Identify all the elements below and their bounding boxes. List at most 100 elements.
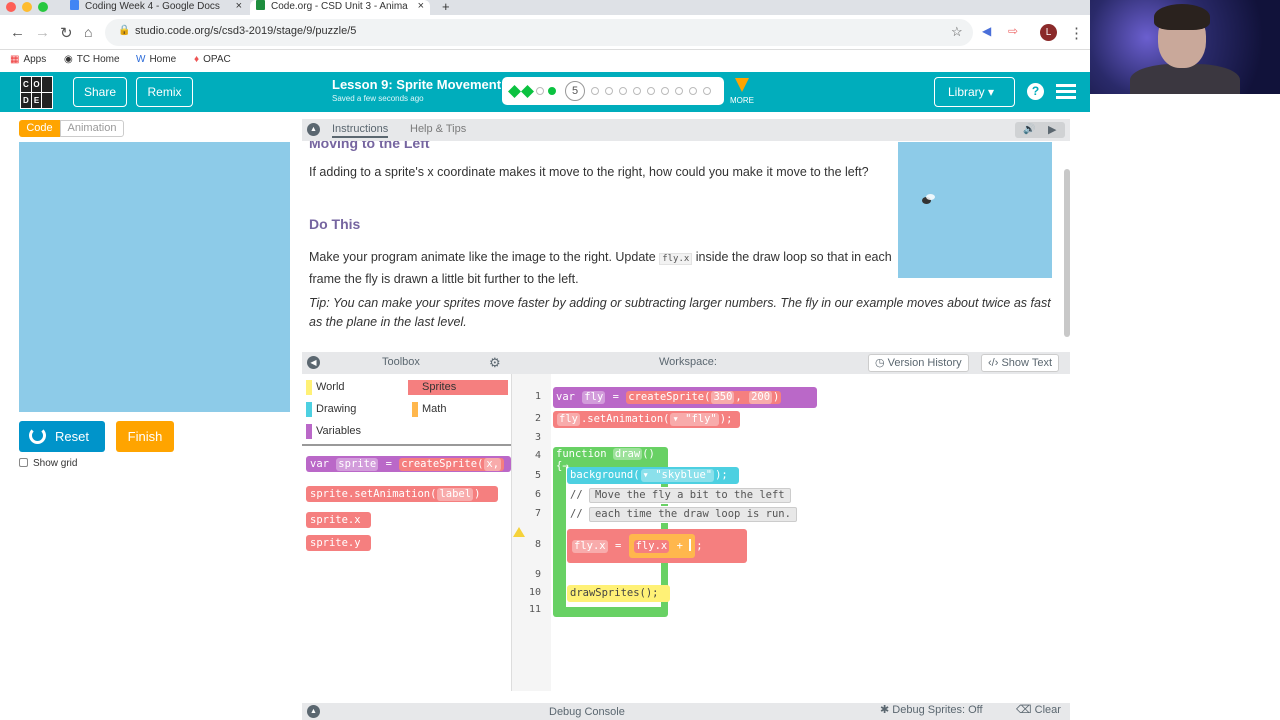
code-line-var-fly[interactable]: var fly = createSprite(350, 200) — [553, 387, 817, 408]
show-grid-checkbox[interactable] — [19, 458, 28, 467]
category-math[interactable]: Math — [408, 402, 508, 417]
volume-icon[interactable]: 🔊 — [1023, 124, 1035, 135]
logo-letter: C — [21, 77, 31, 92]
bookmark-star-icon[interactable]: ☆ — [951, 24, 963, 40]
progress-dot[interactable] — [619, 87, 627, 95]
close-tab-icon[interactable]: × — [236, 0, 242, 13]
bookmark-opac[interactable]: ♦ OPAC — [194, 54, 231, 65]
code-mode-tab[interactable]: Code — [19, 120, 60, 137]
code-line-comment[interactable]: // each time the draw loop is run. — [567, 506, 817, 523]
clear-console-button[interactable]: ⌫ Clear — [1010, 703, 1067, 720]
category-drawing[interactable]: Drawing — [302, 402, 402, 417]
category-sprites[interactable]: Sprites — [408, 380, 508, 395]
close-window-icon[interactable] — [6, 2, 16, 12]
progress-dot[interactable] — [689, 87, 697, 95]
current-puzzle-number[interactable]: 5 — [565, 81, 585, 101]
block-text: createSprite — [401, 458, 478, 470]
extension-share-icon[interactable]: ⇨ — [1008, 24, 1018, 38]
progress-dot[interactable] — [633, 87, 641, 95]
progress-dot[interactable] — [605, 87, 613, 95]
code-line-fly-x-assignment[interactable]: fly.x = fly.x + ; — [567, 529, 747, 563]
back-arrow-icon[interactable]: ← — [10, 24, 25, 41]
category-variables[interactable]: Variables — [302, 424, 402, 439]
block-arg: fly — [635, 540, 655, 552]
logo-letter: E — [31, 93, 42, 108]
gear-icon[interactable]: ⚙ — [489, 355, 501, 371]
game-stage-canvas[interactable] — [19, 142, 290, 412]
block-text: function — [556, 448, 607, 460]
progress-dot[interactable] — [703, 87, 711, 95]
extension-megaphone-icon[interactable]: ◀ — [982, 24, 991, 38]
block-text: background — [570, 469, 634, 481]
new-tab-button[interactable]: + — [442, 0, 450, 15]
share-button[interactable]: Share — [73, 77, 127, 107]
maximize-window-icon[interactable] — [38, 2, 48, 12]
remix-button[interactable]: Remix — [136, 77, 193, 107]
category-swatch — [412, 380, 418, 395]
debug-sprites-toggle[interactable]: ✱ Debug Sprites: Off — [874, 703, 989, 720]
help-icon[interactable]: ? — [1027, 83, 1044, 100]
more-label[interactable]: MORE — [730, 96, 754, 105]
hamburger-menu-icon[interactable] — [1056, 84, 1076, 102]
bookmark-apps[interactable]: ▦ Apps — [10, 54, 46, 65]
expand-debug-icon[interactable]: ▲ — [307, 705, 320, 718]
warning-icon[interactable] — [513, 527, 525, 537]
sprite-x-block[interactable]: sprite.x — [306, 512, 371, 528]
tab-help-and-tips[interactable]: Help & Tips — [410, 123, 466, 135]
play-icon[interactable]: ▶ — [1048, 123, 1056, 136]
collapse-toolbox-icon[interactable]: ◀ — [307, 356, 320, 369]
browser-menu-icon[interactable]: ⋮ — [1069, 24, 1084, 42]
code-workspace[interactable]: 1 2 3 4 5 6 7 8 9 10 11 var fly = create… — [511, 374, 1070, 691]
browser-tab-code-org[interactable]: Code.org - CSD Unit 3 - Anima × — [250, 0, 430, 15]
block-text: var — [556, 391, 575, 403]
home-icon[interactable]: ⌂ — [84, 24, 92, 40]
progress-dot-completed[interactable] — [548, 87, 556, 95]
more-arrow-icon[interactable] — [735, 78, 749, 92]
close-tab-icon[interactable]: × — [418, 0, 424, 13]
sprite-y-block[interactable]: sprite.y — [306, 535, 371, 551]
setanimation-block[interactable]: sprite.setAnimation(label) — [306, 486, 498, 502]
show-text-button[interactable]: ‹/› Show Text — [981, 354, 1060, 372]
tab-instructions[interactable]: Instructions — [332, 123, 389, 138]
code-line-background[interactable]: background(▾ "skyblue"); — [567, 467, 739, 484]
var-createsprite-block[interactable]: var sprite = createSprite(x, — [306, 456, 511, 472]
progress-dot-completed[interactable] — [508, 85, 521, 98]
url-field[interactable]: 🔒 studio.code.org/s/csd3-2019/stage/9/pu… — [105, 19, 973, 46]
finish-button[interactable]: Finish — [116, 421, 174, 452]
logo-letter — [42, 93, 52, 108]
show-grid-toggle[interactable]: Show grid — [19, 458, 77, 469]
collapse-instructions-icon[interactable]: ▲ — [307, 123, 320, 136]
block-text: .setAnimation — [347, 488, 431, 500]
bookmark-tc-home[interactable]: ◉ TC Home — [64, 54, 120, 65]
minimize-window-icon[interactable] — [22, 2, 32, 12]
fly-wing — [926, 194, 935, 200]
code-line-setanimation[interactable]: fly .setAnimation(▾ "fly"); — [553, 411, 740, 428]
reset-button[interactable]: Reset — [19, 421, 105, 452]
profile-avatar[interactable]: L — [1040, 24, 1057, 41]
bookmark-home[interactable]: W Home — [136, 54, 176, 65]
browser-tab-google-docs[interactable]: Coding Week 4 - Google Docs × — [70, 0, 242, 15]
version-history-button[interactable]: ◷ Version History — [868, 354, 969, 372]
createsprite-sub-block: createSprite(x, — [399, 458, 505, 471]
category-swatch — [306, 402, 312, 417]
instructions-scrollbar[interactable] — [1064, 169, 1070, 337]
progress-dot-completed[interactable] — [521, 85, 534, 98]
code-line-comment[interactable]: // Move the fly a bit to the left — [567, 487, 807, 504]
audio-controls: 🔊 ▶ — [1015, 122, 1065, 138]
line-number: 9 — [534, 569, 541, 580]
progress-dot[interactable] — [675, 87, 683, 95]
progress-dot[interactable] — [536, 87, 544, 95]
block-text: sprite — [310, 488, 348, 500]
forward-arrow-icon[interactable]: → — [35, 24, 50, 41]
progress-dot[interactable] — [591, 87, 599, 95]
block-arg: 350 — [711, 391, 735, 404]
progress-dot[interactable] — [661, 87, 669, 95]
bug-icon: ✱ — [880, 704, 890, 716]
code-org-logo[interactable]: C O D E — [20, 76, 53, 109]
animation-mode-tab[interactable]: Animation — [60, 120, 124, 137]
category-world[interactable]: World — [302, 380, 402, 395]
library-dropdown[interactable]: Library ▾ — [934, 77, 1015, 107]
reload-icon[interactable]: ↻ — [60, 24, 73, 42]
progress-dot[interactable] — [647, 87, 655, 95]
code-line-drawsprites[interactable]: drawSprites(); — [567, 585, 670, 602]
